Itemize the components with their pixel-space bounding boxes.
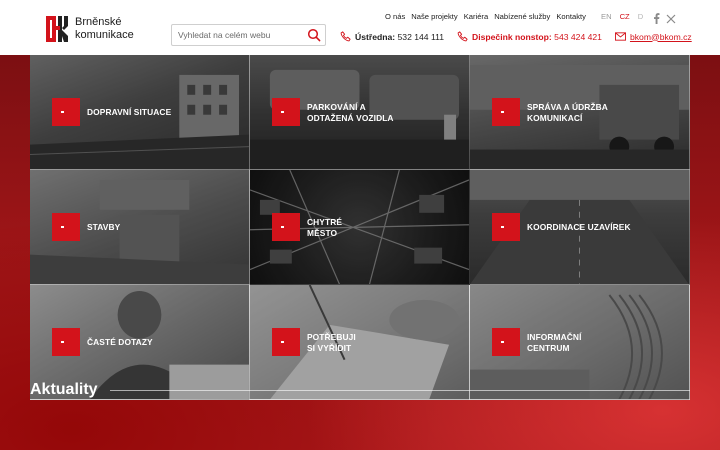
logo-text-line1: Brněnské <box>75 16 122 28</box>
logo-mark-icon <box>44 14 70 44</box>
tile-icon <box>52 328 80 356</box>
nav-item-kariera[interactable]: Kariéra <box>464 12 488 21</box>
tile-label-line1: POTŘEBUJI <box>307 332 356 342</box>
dispatch-number: 543 424 421 <box>554 31 602 42</box>
dispatch-contact[interactable]: Dispečink nonstop: 543 424 421 <box>457 31 602 42</box>
service-tile-grid: DOPRAVNÍ SITUACE PARKOVÁNÍ A ODTAŽENÁ VOZ… <box>30 55 690 400</box>
tile-label-line1: CHYTRÉ <box>307 217 343 227</box>
tile-label: KOORDINACE UZAVÍREK <box>527 170 631 284</box>
tile-label-line2: SI VYŘÍDIT <box>307 342 352 353</box>
tile-stavby[interactable]: STAVBY <box>30 170 250 285</box>
x-twitter-icon[interactable] <box>666 11 676 29</box>
switchboard-label: Ústředna: <box>355 31 396 42</box>
search-icon[interactable] <box>307 28 321 42</box>
nav-item-kontakty[interactable]: Kontakty <box>556 12 586 21</box>
lang-en[interactable]: EN <box>601 12 612 21</box>
lang-d[interactable]: D <box>638 12 643 21</box>
main-area: DOPRAVNÍ SITUACE PARKOVÁNÍ A ODTAŽENÁ VOZ… <box>0 55 720 450</box>
phone-icon <box>457 31 468 42</box>
tile-icon <box>272 213 300 241</box>
nav-item-nabizene-sluzby[interactable]: Nabízené služby <box>494 12 550 21</box>
mail-icon <box>614 32 626 41</box>
tile-label-line1: ČASTÉ DOTAZY <box>87 337 153 348</box>
search-input[interactable] <box>172 25 300 45</box>
tile-icon <box>492 213 520 241</box>
tile-label-line1: INFORMAČNÍ <box>527 332 582 342</box>
tile-chytre-mesto[interactable]: CHYTRÉ MĚSTO <box>250 170 470 285</box>
brand-logo[interactable]: Brněnské komunikace <box>44 13 134 45</box>
facebook-icon[interactable] <box>653 11 660 29</box>
social-links <box>653 11 676 29</box>
top-navigation: O nás Naše projekty Kariéra Nabízené slu… <box>385 12 586 21</box>
tile-label: STAVBY <box>87 170 121 284</box>
language-switcher: EN CZ D <box>601 12 643 21</box>
lang-cz[interactable]: CZ <box>620 12 630 21</box>
logo-text-line2: komunikace <box>75 29 134 41</box>
tile-koordinace-uzavirek[interactable]: KOORDINACE UZAVÍREK <box>470 170 690 285</box>
switchboard-contact[interactable]: Ústředna: 532 144 111 <box>340 31 444 42</box>
search-box <box>171 24 326 46</box>
contact-bar: Ústředna: 532 144 111 Dispečink nonstop:… <box>340 31 705 42</box>
phone-icon <box>340 31 351 42</box>
tile-label: SPRÁVA A ÚDRŽBA KOMUNIKACÍ <box>527 55 608 169</box>
news-heading: Aktuality <box>30 381 98 398</box>
logo-text: Brněnské komunikace <box>75 16 134 42</box>
nav-item-nase-projekty[interactable]: Naše projekty <box>411 12 457 21</box>
tile-icon <box>52 98 80 126</box>
dispatch-label: Dispečink nonstop: <box>472 31 552 42</box>
tile-label-line2: ODTAŽENÁ VOZIDLA <box>307 112 394 123</box>
nav-item-o-nas[interactable]: O nás <box>385 12 405 21</box>
tile-label-line1: DOPRAVNÍ SITUACE <box>87 107 172 118</box>
news-section-header: Aktuality <box>30 381 690 399</box>
switchboard-number: 532 144 111 <box>397 31 445 42</box>
tile-dopravni-situace[interactable]: DOPRAVNÍ SITUACE <box>30 55 250 170</box>
tile-label-line1: PARKOVÁNÍ A <box>307 102 366 112</box>
tile-icon <box>272 328 300 356</box>
tile-label-line2: KOMUNIKACÍ <box>527 112 583 123</box>
tile-label: CHYTRÉ MĚSTO <box>307 170 343 284</box>
tile-icon <box>272 98 300 126</box>
tile-label-line2: MĚSTO <box>307 227 338 238</box>
tile-label-line1: STAVBY <box>87 222 121 233</box>
tile-icon <box>52 213 80 241</box>
site-header: Brněnské komunikace O nás Naše projekty … <box>0 0 720 55</box>
tile-sprava-a-udrzba[interactable]: SPRÁVA A ÚDRŽBA KOMUNIKACÍ <box>470 55 690 170</box>
email-contact[interactable]: bkom@bkom.cz <box>614 32 692 42</box>
tile-parkovani[interactable]: PARKOVÁNÍ A ODTAŽENÁ VOZIDLA <box>250 55 470 170</box>
tile-icon <box>492 98 520 126</box>
tile-label-line2: CENTRUM <box>527 342 570 353</box>
news-divider <box>109 389 690 391</box>
tile-label: PARKOVÁNÍ A ODTAŽENÁ VOZIDLA <box>307 55 394 169</box>
tile-label-line1: SPRÁVA A ÚDRŽBA <box>527 102 608 112</box>
tile-label-line1: KOORDINACE UZAVÍREK <box>527 222 631 233</box>
email-link[interactable]: bkom@bkom.cz <box>630 32 692 42</box>
tile-label: DOPRAVNÍ SITUACE <box>87 55 172 169</box>
tile-icon <box>492 328 520 356</box>
